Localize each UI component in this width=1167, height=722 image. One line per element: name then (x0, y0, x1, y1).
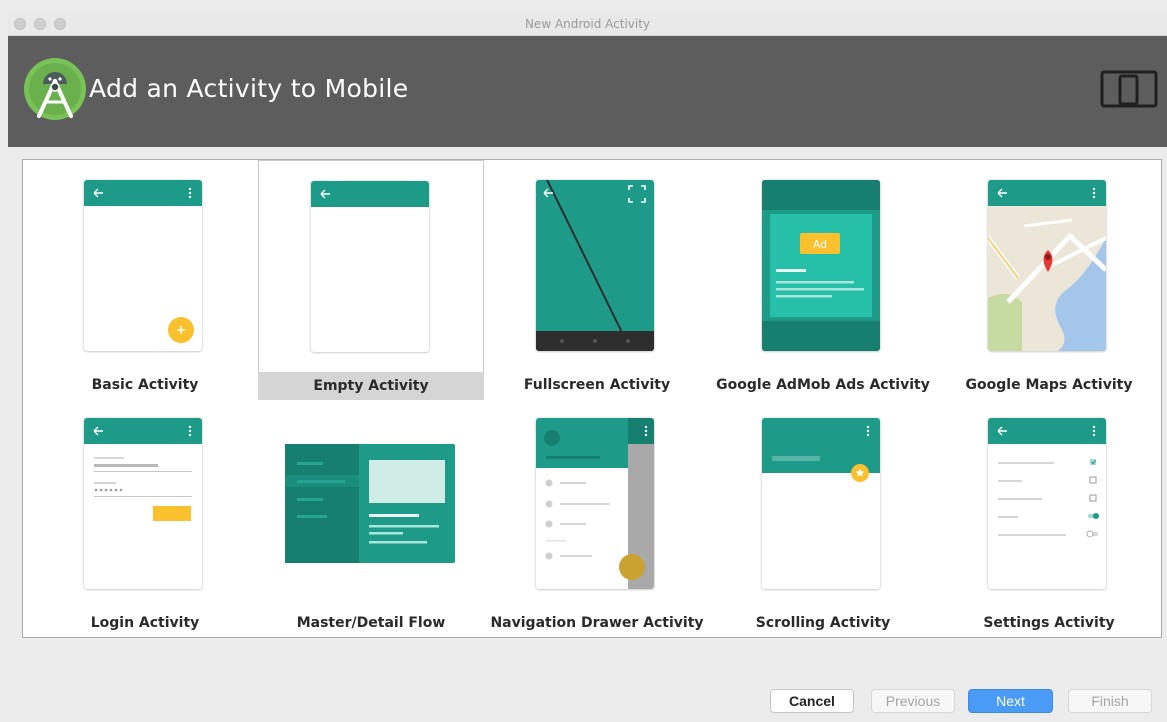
maps-activity-preview (988, 180, 1106, 351)
template-gallery: Basic Activity Empty Activity Fullscreen… (22, 159, 1162, 638)
template-label: Google AdMob Ads Activity (716, 377, 930, 393)
window-title: New Android Activity (524, 17, 651, 31)
title-bar: New Android Activity (8, 12, 1167, 36)
minimize-window-button[interactable] (34, 18, 46, 30)
template-label: Scrolling Activity (755, 615, 891, 631)
template-tile-settings[interactable]: Settings Activity (936, 398, 1161, 636)
template-tile-maps[interactable]: Google Maps Activity (936, 160, 1161, 398)
scrolling-activity-preview (762, 418, 880, 589)
page-title: Add an Activity to Mobile (89, 74, 409, 103)
phone-tablet-icon (1100, 70, 1158, 108)
template-label: Navigation Drawer Activity (490, 615, 704, 631)
close-window-button[interactable] (14, 18, 26, 30)
basic-activity-preview (84, 180, 202, 351)
template-tile-basic[interactable]: Basic Activity (32, 160, 258, 398)
fullscreen-activity-preview (536, 180, 654, 351)
wizard-header: Add an Activity to Mobile (8, 36, 1167, 147)
template-label: Settings Activity (983, 615, 1115, 631)
window-controls (14, 18, 66, 30)
template-label: Fullscreen Activity (523, 377, 671, 393)
template-tile-scrolling[interactable]: Scrolling Activity (710, 398, 936, 636)
template-label: Empty Activity (258, 372, 484, 400)
finish-button[interactable]: Finish (1068, 689, 1152, 713)
admob-activity-preview: Ad (762, 180, 880, 351)
template-tile-login[interactable]: Login Activity (32, 398, 258, 636)
empty-activity-preview (311, 181, 429, 352)
template-tile-masterdetail[interactable]: Master/Detail Flow (258, 398, 484, 636)
zoom-window-button[interactable] (54, 18, 66, 30)
master-detail-preview (285, 444, 455, 563)
navigation-drawer-preview (536, 418, 654, 589)
template-label: Login Activity (90, 615, 200, 631)
dialog-window: New Android Activity Add an Activity to … (8, 12, 1167, 722)
template-tile-empty[interactable]: Empty Activity (258, 160, 484, 400)
cancel-button[interactable]: Cancel (770, 689, 854, 713)
template-label: Basic Activity (91, 377, 199, 393)
template-label: Google Maps Activity (965, 377, 1133, 393)
android-studio-logo-icon (24, 58, 86, 120)
template-tile-navdrawer[interactable]: Navigation Drawer Activity (484, 398, 710, 636)
template-tile-fullscreen[interactable]: Fullscreen Activity (484, 160, 710, 398)
login-activity-preview (84, 418, 202, 589)
template-label: Master/Detail Flow (296, 615, 446, 631)
settings-activity-preview (988, 418, 1106, 589)
next-button[interactable]: Next (968, 689, 1053, 713)
template-tile-admob[interactable]: Ad Google AdMob Ads Activity (710, 160, 936, 398)
previous-button[interactable]: Previous (871, 689, 955, 713)
ad-badge: Ad (813, 238, 827, 251)
